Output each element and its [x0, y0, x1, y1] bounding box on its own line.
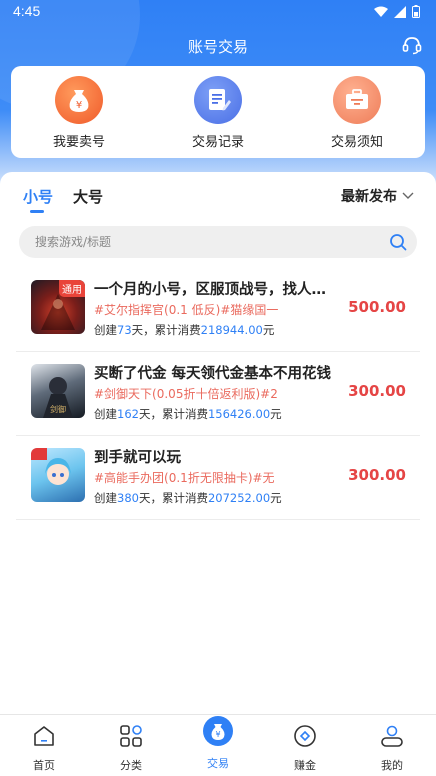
briefcase-icon [333, 76, 381, 124]
listing-title: 一个月的小号，区服顶战号，找人… [94, 282, 326, 298]
search-icon[interactable] [389, 233, 407, 251]
trade-notice-action[interactable]: 交易须知 [302, 76, 412, 150]
listing-title: 到手就可以玩 [94, 450, 181, 466]
search-input[interactable] [35, 226, 375, 258]
status-bar: 4:45 [0, 0, 436, 24]
battery-icon [412, 5, 420, 18]
user-icon [381, 725, 403, 747]
svg-text:¥: ¥ [76, 100, 82, 111]
game-thumbnail: 通用 [31, 280, 85, 334]
quick-actions-card: ¥ 我要卖号 交易记录 交易须知 [11, 66, 425, 158]
svg-text:¥: ¥ [215, 730, 220, 739]
listing-game-tags: #艾尔指挥官(0.1 低反)#猫缘国一 [94, 303, 279, 317]
signal-icon [394, 5, 406, 18]
listing-panel: 小号 大号 最新发布 通用 一个月的小号，区服顶战号，找人… #艾尔指挥官(0.… [0, 172, 436, 712]
created-days: 162 [117, 407, 139, 421]
nav-trade[interactable]: ¥ 交易 [188, 716, 248, 771]
wifi-icon [374, 6, 388, 17]
listing-item[interactable]: 到手就可以玩 #高能手办团(0.1折无限抽卡)#无 创建380天，累计消费207… [16, 436, 420, 520]
grid-icon [120, 725, 142, 747]
created-days: 73 [117, 323, 132, 337]
total-spent: 156426.00 [207, 407, 271, 421]
listing-price: 300.00 [348, 382, 406, 400]
game-thumbnail: 剑御 [31, 364, 85, 418]
nav-earn[interactable]: 赚金 [275, 723, 335, 773]
nav-category[interactable]: 分类 [101, 723, 161, 773]
listing-stats: 创建162天，累计消费156426.00元 [94, 407, 282, 421]
money-bag-icon: ¥ [55, 76, 103, 124]
tab-small-account[interactable]: 小号 [23, 186, 53, 207]
trade-notice-label: 交易须知 [330, 135, 383, 150]
listing-stats: 创建380天，累计消费207252.00元 [94, 491, 282, 505]
search-bar [19, 226, 417, 258]
listing-game-tags: #高能手办团(0.1折无限抽卡)#无 [94, 471, 275, 485]
nav-home[interactable]: 首页 [14, 723, 74, 773]
sort-dropdown[interactable]: 最新发布 [341, 186, 414, 206]
headset-icon[interactable] [401, 34, 423, 56]
listing-stats: 创建73天，累计消费218944.00元 [94, 323, 275, 337]
sell-account-action[interactable]: ¥ 我要卖号 [24, 76, 134, 150]
active-tab-indicator [30, 210, 44, 213]
page-title: 账号交易 [187, 38, 248, 56]
document-edit-icon [194, 76, 242, 124]
total-spent: 218944.00 [200, 323, 263, 337]
trade-records-label: 交易记录 [191, 135, 244, 150]
nav-profile[interactable]: 我的 [362, 723, 422, 773]
sell-account-label: 我要卖号 [52, 135, 105, 150]
listing-price: 300.00 [348, 466, 406, 484]
account-size-tabs: 小号 大号 最新发布 [0, 172, 436, 222]
sort-label: 最新发布 [341, 189, 397, 205]
chevron-down-icon [402, 192, 414, 199]
listing-title: 买断了代金 每天领代金基本不用花钱 [94, 366, 332, 382]
total-spent: 207252.00 [207, 491, 271, 505]
tab-large-account[interactable]: 大号 [73, 186, 103, 207]
created-days: 380 [117, 491, 139, 505]
listing-game-tags: #剑御天下(0.05折十倍返利版)#2 [94, 387, 278, 401]
badge-general: 通用 [59, 280, 85, 297]
coin-icon [294, 725, 316, 747]
home-icon [34, 726, 54, 746]
listing-price: 500.00 [348, 298, 406, 316]
listing-item[interactable]: 通用 一个月的小号，区服顶战号，找人… #艾尔指挥官(0.1 低反)#猫缘国一 … [16, 268, 420, 352]
status-time: 4:45 [13, 3, 41, 19]
listing-item[interactable]: 剑御 买断了代金 每天领代金基本不用花钱 #剑御天下(0.05折十倍返利版)#2… [16, 352, 420, 436]
game-thumbnail [31, 448, 85, 502]
trade-records-action[interactable]: 交易记录 [163, 76, 273, 150]
svg-text:剑御: 剑御 [50, 404, 66, 414]
app-header: 账号交易 [0, 28, 436, 64]
trade-bag-icon: ¥ [203, 716, 233, 746]
bottom-navigation: 首页 分类 ¥ 交易 赚金 我的 [0, 714, 436, 776]
